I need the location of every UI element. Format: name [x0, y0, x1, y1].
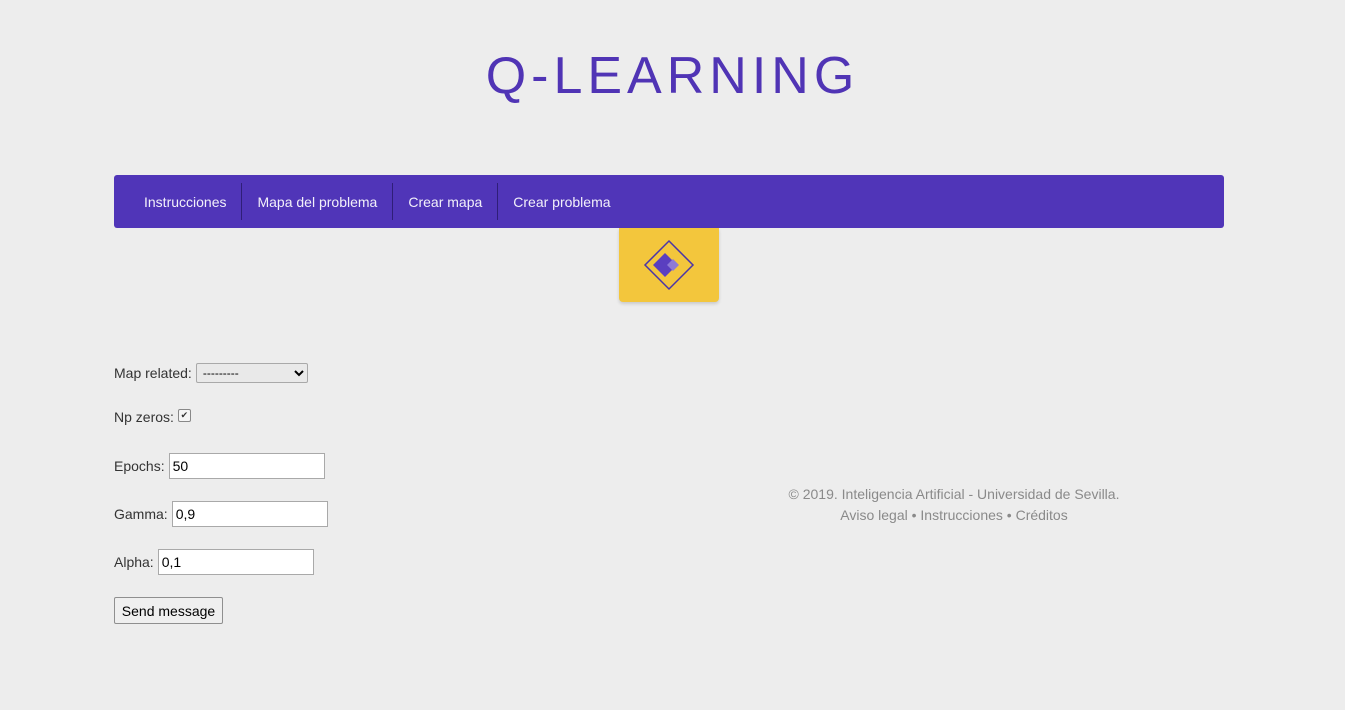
- np-zeros-row: Np zeros: ✔: [114, 408, 191, 425]
- footer-links: Aviso legal • Instrucciones • Créditos: [740, 505, 1168, 526]
- footer-separator: •: [1006, 507, 1012, 523]
- epochs-label: Epochs:: [114, 458, 165, 474]
- footer-link-instrucciones[interactable]: Instrucciones: [920, 507, 1002, 523]
- footer-link-aviso-legal[interactable]: Aviso legal: [840, 507, 907, 523]
- np-zeros-checkbox[interactable]: ✔: [177, 408, 191, 422]
- site-title: Q-LEARNING: [485, 47, 860, 105]
- alpha-input[interactable]: [157, 549, 314, 575]
- map-related-row: Map related: ---------: [114, 363, 308, 383]
- alpha-label: Alpha:: [114, 554, 154, 570]
- gamma-label: Gamma:: [114, 506, 168, 522]
- footer: © 2019. Inteligencia Artificial - Univer…: [740, 484, 1168, 526]
- main-navbar: Instrucciones Mapa del problema Crear ma…: [114, 175, 1224, 228]
- nav-item-instrucciones[interactable]: Instrucciones: [129, 183, 241, 220]
- send-message-button[interactable]: Send message: [114, 597, 223, 624]
- epochs-input[interactable]: [168, 453, 325, 479]
- gamma-input[interactable]: [171, 501, 328, 527]
- nav-item-crear-problema[interactable]: Crear problema: [497, 183, 625, 220]
- nav-item-crear-mapa[interactable]: Crear mapa: [392, 183, 497, 220]
- diamond-logo-icon: [643, 239, 695, 291]
- footer-copyright: © 2019. Inteligencia Artificial - Univer…: [788, 486, 1120, 502]
- epochs-row: Epochs:: [114, 453, 325, 479]
- alpha-row: Alpha:: [114, 549, 314, 575]
- footer-link-creditos[interactable]: Créditos: [1016, 507, 1068, 523]
- np-zeros-label: Np zeros:: [114, 409, 174, 425]
- gamma-row: Gamma:: [114, 501, 328, 527]
- map-related-label: Map related:: [114, 365, 192, 381]
- map-related-select[interactable]: ---------: [195, 363, 308, 383]
- logo[interactable]: [619, 228, 719, 302]
- footer-separator: •: [911, 507, 917, 523]
- nav-item-mapa-del-problema[interactable]: Mapa del problema: [241, 183, 392, 220]
